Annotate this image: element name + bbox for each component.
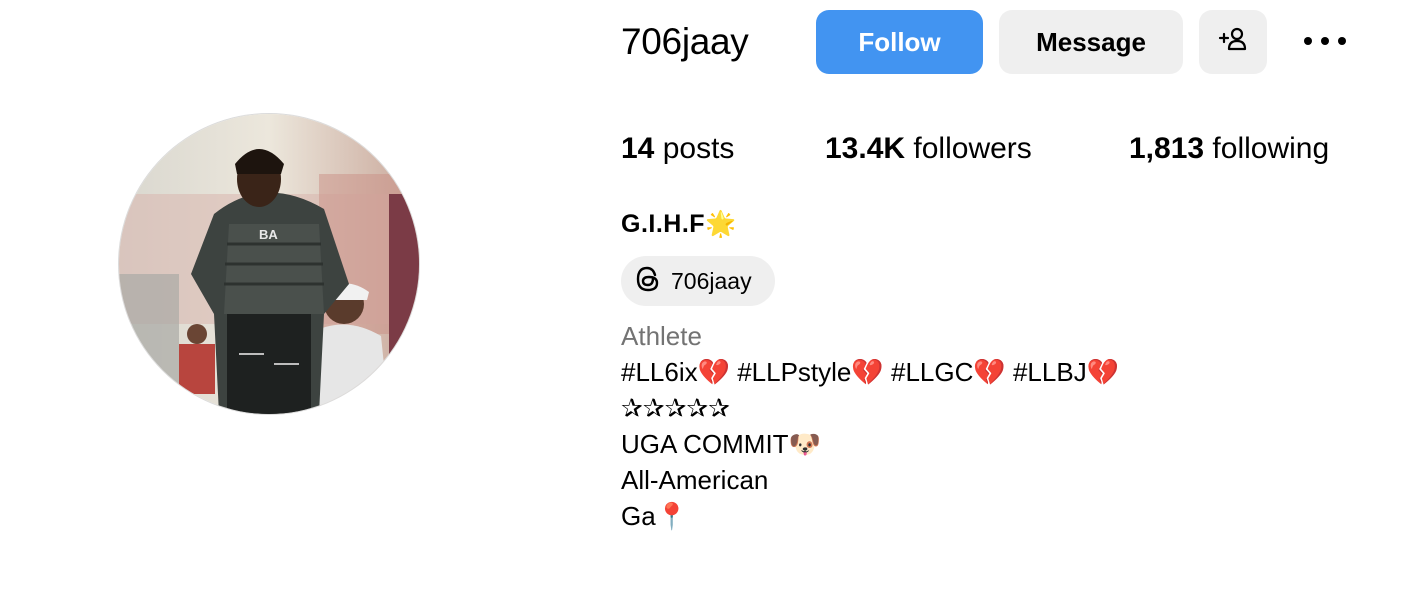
threads-icon <box>635 265 661 298</box>
add-user-icon <box>1217 25 1249 60</box>
follow-button[interactable]: Follow <box>816 10 983 74</box>
profile-avatar[interactable]: BA <box>119 114 419 414</box>
more-options-button[interactable] <box>1296 22 1354 62</box>
bio-line: Ga📍 <box>621 501 689 531</box>
posts-stat: 14 posts <box>621 130 734 168</box>
posts-label: posts <box>662 132 735 165</box>
posts-count: 14 <box>621 132 655 165</box>
followers-label: followers <box>913 132 1032 165</box>
profile-full-name: G.I.H.F🌟 <box>621 210 737 238</box>
profile-category: Athlete <box>621 321 702 351</box>
followers-stat[interactable]: 13.4K followers <box>825 130 1032 168</box>
following-count: 1,813 <box>1129 132 1205 165</box>
threads-link[interactable]: 706jaay <box>621 256 775 306</box>
bio-line: All-American <box>621 465 769 495</box>
following-stat[interactable]: 1,813 following <box>1129 130 1329 168</box>
profile-bio: Athlete #LL6ix💔 #LLPstyle💔 #LLGC💔 #LLBJ💔… <box>621 318 1119 534</box>
bio-line: #LL6ix💔 #LLPstyle💔 #LLGC💔 #LLBJ💔 <box>621 357 1120 387</box>
svg-text:BA: BA <box>259 227 278 242</box>
bio-line: UGA COMMIT🐶 <box>621 429 821 459</box>
message-button[interactable]: Message <box>999 10 1183 74</box>
bio-line: ✰✰✰✰✰ <box>621 393 730 423</box>
following-label: following <box>1212 132 1330 165</box>
profile-username: 706jaay <box>621 21 749 62</box>
threads-handle: 706jaay <box>671 267 752 294</box>
followers-count: 13.4K <box>825 132 906 165</box>
avatar-photo: BA <box>119 114 419 414</box>
suggested-users-button[interactable] <box>1199 10 1267 74</box>
more-options-icon <box>1303 33 1347 51</box>
